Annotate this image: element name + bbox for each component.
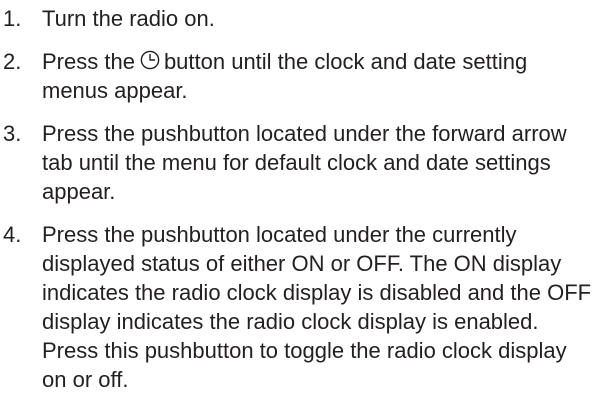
step-item: 1. Turn the radio on. xyxy=(0,4,596,33)
step-number: 3. xyxy=(3,121,22,146)
step-item: 4. Press the pushbutton located under th… xyxy=(0,220,596,394)
step-text-before-icon: Press the xyxy=(42,49,135,74)
step-text: Press the pushbutton located under the c… xyxy=(42,222,592,392)
step-number: 1. xyxy=(3,6,22,31)
clock-icon xyxy=(140,50,160,70)
step-item: 3. Press the pushbutton located under th… xyxy=(0,119,596,206)
step-text: Press the pushbutton located under the f… xyxy=(42,121,567,204)
instruction-page: 1. Turn the radio on. 2. Press the butto… xyxy=(0,0,596,392)
instruction-steps: 1. Turn the radio on. 2. Press the butto… xyxy=(0,4,596,394)
step-number: 2. xyxy=(3,49,22,74)
step-item: 2. Press the button until the clock and … xyxy=(0,47,596,105)
step-number: 4. xyxy=(3,222,22,247)
step-text: Turn the radio on. xyxy=(42,6,215,31)
